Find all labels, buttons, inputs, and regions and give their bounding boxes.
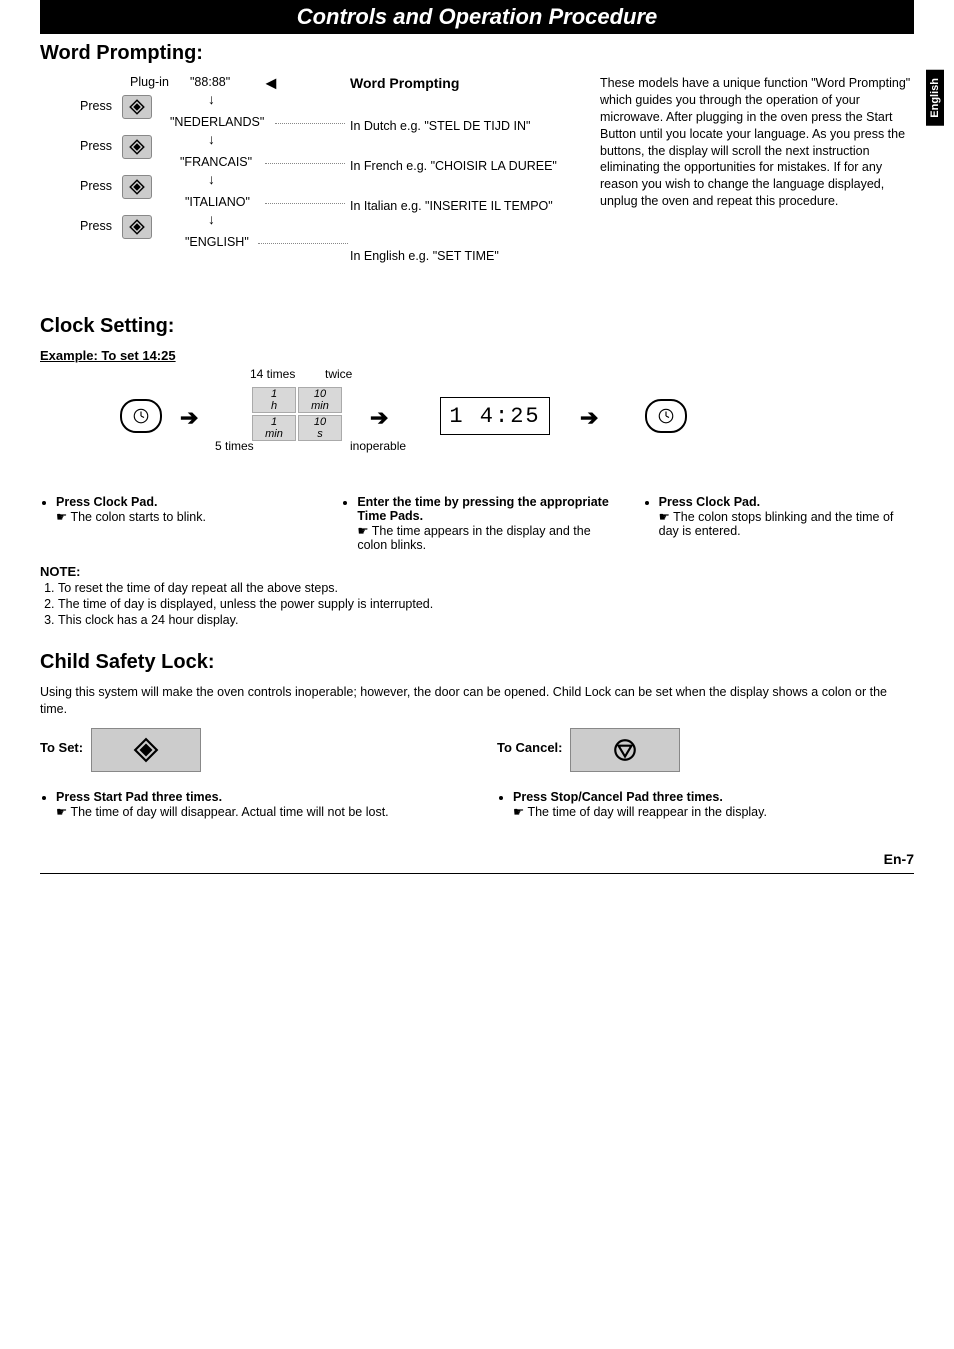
label-initial-display: "88:88": [190, 75, 230, 89]
grid-1h: 1h: [252, 387, 296, 413]
desc-italian: In Italian e.g. "INSERITE IL TEMPO": [350, 199, 553, 213]
dotted-line: [275, 123, 345, 124]
start-pad-graphic: [91, 728, 201, 772]
heading-clock-setting: Clock Setting:: [40, 315, 914, 338]
label-5times: 5 times: [215, 439, 254, 453]
note-heading: NOTE:: [40, 564, 914, 579]
label-to-set: To Set:: [40, 740, 83, 755]
clock-step-3: Press Clock Pad. The colon stops blinkin…: [643, 495, 914, 554]
time-display: 1 4:25: [440, 397, 550, 435]
right-arrow-icon: ➔: [370, 405, 388, 431]
desc-english: In English e.g. "SET TIME": [350, 249, 499, 263]
set-lead: Press Start Pad three times.: [56, 790, 222, 804]
down-arrow-icon: ↓: [208, 171, 215, 187]
dotted-line: [265, 163, 345, 164]
clock-pad-icon: [120, 399, 162, 433]
arrow-left-icon: ◄: [262, 73, 280, 94]
note-3: This clock has a 24 hour display.: [58, 613, 914, 627]
page-divider: [40, 873, 914, 874]
note-1: To reset the time of day repeat all the …: [58, 581, 914, 595]
label-inoperable: inoperable: [350, 439, 406, 453]
cancel-lead: Press Stop/Cancel Pad three times.: [513, 790, 723, 804]
label-twice: twice: [325, 367, 352, 381]
label-press: Press: [80, 139, 112, 153]
label-press: Press: [80, 99, 112, 113]
clock-diagram: 14 times twice ➔ 1h 10min 1min 10s 5 tim…: [40, 367, 914, 487]
right-arrow-icon: ➔: [180, 405, 198, 431]
word-prompting-diagram: Plug-in "88:88" ◄ ↓ Word Prompting Press…: [40, 75, 580, 295]
step3-sub: The colon stops blinking and the time of…: [659, 509, 914, 538]
step1-lead: Press Clock Pad.: [56, 495, 157, 509]
lang-italiano: "ITALIANO": [185, 195, 250, 209]
page-content: Controls and Operation Procedure Word Pr…: [0, 0, 954, 894]
child-lock-intro: Using this system will make the oven con…: [40, 684, 914, 718]
child-lock-cancel-col: To Cancel: Press Stop/Cancel Pad three t…: [497, 728, 914, 821]
note-2: The time of day is displayed, unless the…: [58, 597, 914, 611]
label-plugin: Plug-in: [130, 75, 169, 89]
dotted-line: [258, 243, 348, 244]
start-button-icon: [122, 175, 152, 199]
start-button-icon: [122, 135, 152, 159]
label-to-cancel: To Cancel:: [497, 740, 563, 755]
step1-sub: The colon starts to blink.: [56, 509, 311, 524]
step2-lead: Enter the time by pressing the appropria…: [357, 495, 608, 523]
clock-pad-icon: [645, 399, 687, 433]
lang-francais: "FRANCAIS": [180, 155, 252, 169]
grid-1min: 1min: [252, 415, 296, 441]
start-button-icon: [122, 95, 152, 119]
grid-10min: 10min: [298, 387, 342, 413]
down-arrow-icon: ↓: [208, 211, 215, 227]
down-arrow-icon: ↓: [208, 91, 215, 107]
set-sub: The time of day will disappear. Actual t…: [56, 804, 457, 819]
child-lock-set-col: To Set: Press Start Pad three times. The…: [40, 728, 457, 821]
clock-step-1: Press Clock Pad. The colon starts to bli…: [40, 495, 311, 554]
label-press: Press: [80, 219, 112, 233]
time-pad-grid: 1h 10min 1min 10s: [250, 385, 344, 443]
dotted-line: [265, 203, 345, 204]
cancel-sub: The time of day will reappear in the dis…: [513, 804, 914, 819]
heading-child-lock: Child Safety Lock:: [40, 651, 914, 674]
word-prompting-explain: These models have a unique function "Wor…: [600, 75, 914, 295]
grid-10s: 10s: [298, 415, 342, 441]
banner-title: Controls and Operation Procedure: [40, 0, 914, 34]
language-tab: English: [926, 70, 944, 126]
heading-word-prompting: Word Prompting:: [40, 42, 914, 65]
start-button-icon: [122, 215, 152, 239]
step2-sub: The time appears in the display and the …: [357, 523, 612, 552]
clock-example: Example: To set 14:25: [40, 348, 914, 363]
down-arrow-icon: ↓: [208, 131, 215, 147]
step3-lead: Press Clock Pad.: [659, 495, 760, 509]
note-list: To reset the time of day repeat all the …: [58, 581, 914, 627]
desc-french: In French e.g. "CHOISIR LA DUREE": [350, 159, 557, 173]
clock-step-2: Enter the time by pressing the appropria…: [341, 495, 612, 554]
label-14times: 14 times: [250, 367, 295, 381]
stop-pad-graphic: [570, 728, 680, 772]
right-arrow-icon: ➔: [580, 405, 598, 431]
page-number: En-7: [40, 851, 914, 867]
word-prompting-subtitle: Word Prompting: [350, 75, 459, 91]
desc-dutch: In Dutch e.g. "STEL DE TIJD IN": [350, 119, 530, 133]
label-press: Press: [80, 179, 112, 193]
lang-english: "ENGLISH": [185, 235, 249, 249]
lang-nederlands: "NEDERLANDS": [170, 115, 264, 129]
